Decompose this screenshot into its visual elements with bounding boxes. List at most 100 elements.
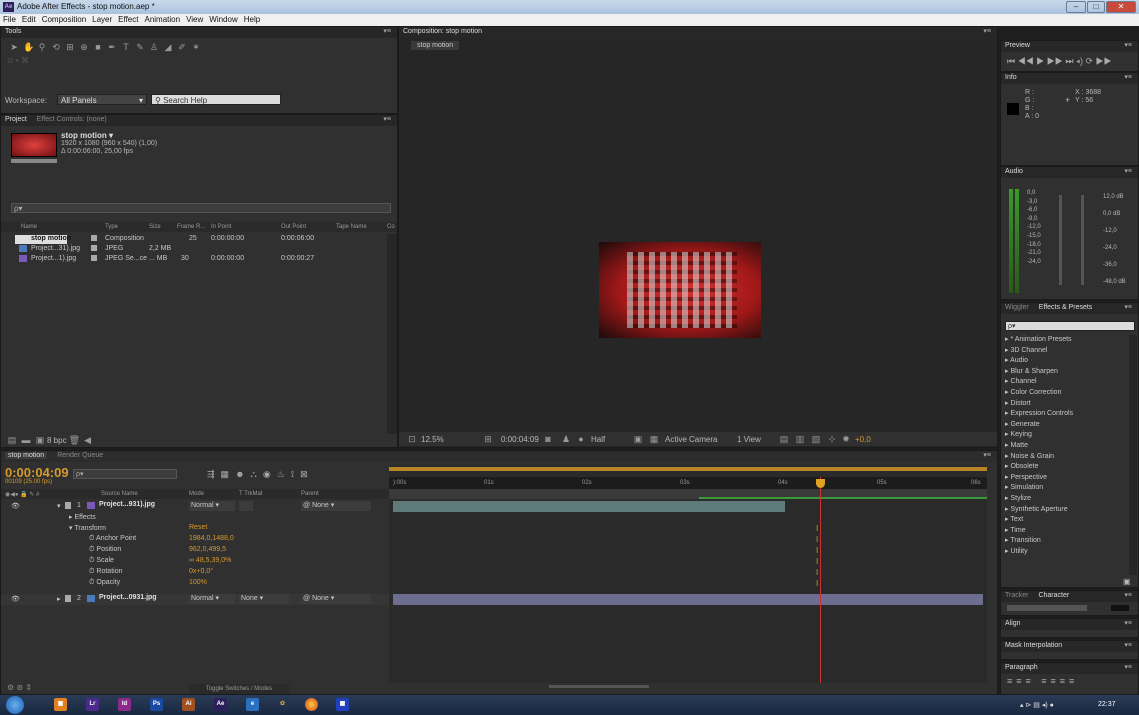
timeline-footer-icons[interactable]: ⚙ ⊛ ⇕	[7, 683, 32, 692]
effects-category[interactable]: ▸ Channel	[1005, 377, 1133, 388]
effects-scrollbar[interactable]	[1129, 335, 1137, 575]
graph-editor-icon[interactable]: ⊠	[300, 469, 314, 479]
last-frame-icon[interactable]: ⏭	[1065, 56, 1073, 66]
scroll-left-icon[interactable]: ◀	[83, 435, 93, 445]
stopwatch-icon[interactable]: ⏱ Opacity	[89, 579, 120, 587]
fast-previews-icon[interactable]: ▥	[795, 434, 805, 444]
menu-view[interactable]: View	[183, 14, 206, 25]
panel-menu-icon[interactable]: ▾≡	[1124, 663, 1132, 671]
layer-1-duration-bar[interactable]	[393, 501, 785, 512]
col-mode[interactable]: Mode	[189, 491, 204, 497]
panel-menu-icon[interactable]: ▾≡	[1124, 591, 1132, 599]
effects-category[interactable]: ▸ Noise & Grain	[1005, 452, 1133, 463]
effects-category[interactable]: ▸ Blur & Sharpen	[1005, 367, 1133, 378]
scale-value[interactable]: ∞ 48,5,39,0%	[189, 557, 231, 564]
panel-menu-icon[interactable]: ▾≡	[1124, 303, 1132, 311]
layer-name[interactable]: Project...931).jpg	[99, 501, 155, 508]
panel-menu-icon[interactable]: ▾≡	[1124, 167, 1132, 175]
effects-category[interactable]: ▸ Matte	[1005, 441, 1133, 452]
exposure-icon[interactable]: ✹	[841, 434, 851, 444]
label-swatch[interactable]	[65, 502, 71, 509]
col-in-point[interactable]: In Point	[211, 224, 231, 230]
panel-menu-icon[interactable]: ▾≡	[1124, 73, 1132, 81]
panel-menu-icon[interactable]: ▾≡	[383, 27, 391, 35]
grid-icon[interactable]: ⊞	[483, 434, 493, 444]
app-icon[interactable]: Id	[118, 698, 131, 711]
windows-icon[interactable]: ▦	[336, 698, 349, 711]
resolution-select[interactable]: Half	[591, 435, 605, 444]
opacity-value[interactable]: 100%	[189, 579, 207, 586]
effects-category[interactable]: ▸ Perspective	[1005, 473, 1133, 484]
menu-composition[interactable]: Composition	[39, 14, 89, 25]
view-layout-select[interactable]: 1 View	[737, 435, 761, 444]
bpc-label[interactable]: 8 bpc	[47, 436, 67, 445]
first-frame-icon[interactable]: ⏮	[1007, 56, 1015, 66]
brush-tool-icon[interactable]: ✎	[135, 42, 145, 52]
effects-category[interactable]: ▸ Transition	[1005, 536, 1133, 547]
effects-category[interactable]: ▸ Utility	[1005, 547, 1133, 558]
effects-category[interactable]: ▸ Audio	[1005, 356, 1133, 367]
tab-tracker[interactable]: Tracker	[1005, 592, 1028, 599]
col-type[interactable]: Type	[105, 224, 118, 230]
motion-blur-icon[interactable]: ◉	[263, 469, 277, 479]
tab-info[interactable]: Info	[1005, 74, 1017, 81]
label-swatch[interactable]	[65, 595, 71, 602]
expand-arrow-icon[interactable]: ▸	[57, 595, 61, 603]
effects-category[interactable]: ▸ Text	[1005, 515, 1133, 526]
explorer-icon[interactable]: ▣	[54, 698, 67, 711]
comp-subtab[interactable]: stop motion	[411, 41, 460, 50]
menu-edit[interactable]: Edit	[19, 14, 39, 25]
expand-arrow-icon[interactable]: ▾	[57, 502, 61, 510]
transparency-grid-icon[interactable]: ▦	[649, 434, 659, 444]
cti-handle-icon[interactable]	[816, 479, 825, 488]
new-comp-icon[interactable]: ▣	[35, 435, 45, 445]
keyframe-markers[interactable]: IIIIII	[816, 523, 818, 589]
snapshot-icon[interactable]: ◙	[543, 434, 553, 444]
pen-tool-icon[interactable]: ✒	[107, 42, 117, 52]
parent-select[interactable]: @ None ▾	[301, 594, 371, 604]
effects-search-input[interactable]: ρ▾	[1005, 321, 1135, 331]
transform-group[interactable]: ▾ Transform	[69, 524, 106, 532]
panel-menu-icon[interactable]: ▾≡	[983, 27, 991, 35]
project-scrollbar[interactable]	[387, 234, 397, 434]
brainstorm-icon[interactable]: ♨	[277, 469, 291, 479]
toggle-switches-modes-button[interactable]: Toggle Switches / Modes	[189, 684, 289, 694]
reset-link[interactable]: Reset	[189, 524, 207, 531]
show-snapshot-icon[interactable]: ♟	[561, 434, 571, 444]
effects-category[interactable]: ▸ Synthetic Aperture	[1005, 505, 1133, 516]
layer-row-2[interactable]: 👁 ▸ 2 Project...0931.jpg Normal ▾ None ▾…	[1, 594, 389, 605]
search-help-input[interactable]: ⚲ Search Help	[151, 94, 281, 105]
interpret-footage-icon[interactable]: ▤	[7, 435, 17, 445]
comp-viewer-frame[interactable]	[599, 242, 761, 338]
col-out-point[interactable]: Out Point	[281, 224, 306, 230]
camera-tool-icon[interactable]: ⊞	[65, 42, 75, 52]
effects-category[interactable]: ▸ Expression Controls	[1005, 409, 1133, 420]
audio-slider-left[interactable]	[1059, 195, 1062, 285]
region-icon[interactable]: ▣	[633, 434, 643, 444]
audio-icon[interactable]: ◂)	[1076, 56, 1083, 66]
tab-character[interactable]: Character	[1038, 592, 1069, 599]
play-icon[interactable]: ▶	[1036, 56, 1044, 66]
tab-audio[interactable]: Audio	[1005, 168, 1023, 175]
paint-icon[interactable]: ✿	[276, 698, 289, 711]
tab-render-queue[interactable]: Render Queue	[57, 452, 103, 459]
project-search-input[interactable]: ρ▾	[11, 203, 391, 213]
tab-mask-interpolation[interactable]: Mask Interpolation	[1005, 642, 1062, 649]
tab-effect-controls[interactable]: Effect Controls: (none)	[37, 116, 107, 123]
col-trkmat[interactable]: T TrkMat	[239, 491, 263, 497]
color-channel-icon[interactable]: ●	[576, 434, 586, 444]
tab-composition[interactable]: Composition: stop motion	[403, 28, 482, 35]
menu-window[interactable]: Window	[206, 14, 240, 25]
mode-select[interactable]: Normal ▾	[189, 594, 235, 604]
stopwatch-icon[interactable]: ⏱ Scale	[89, 557, 114, 565]
effects-category[interactable]: ▸ Generate	[1005, 420, 1133, 431]
new-folder-icon[interactable]: ▬	[21, 435, 31, 445]
audio-slider-right[interactable]	[1081, 195, 1084, 285]
camera-select[interactable]: Active Camera	[665, 435, 717, 444]
hide-shy-icon[interactable]: ☻	[235, 469, 250, 479]
effects-category[interactable]: ▸ Stylize	[1005, 494, 1133, 505]
col-frame-rate[interactable]: Frame R...	[177, 224, 205, 230]
maximize-button[interactable]: □	[1087, 1, 1105, 13]
project-row[interactable]: stop motion Composition 25 0:00:00:00 0:…	[1, 234, 387, 244]
tab-align[interactable]: Align	[1005, 620, 1021, 627]
